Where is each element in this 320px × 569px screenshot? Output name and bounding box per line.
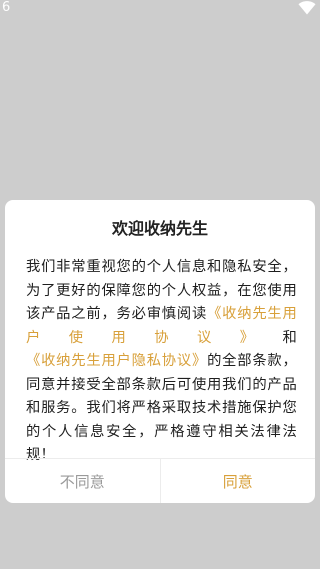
wifi-icon [298,1,316,15]
dialog-title: 欢迎收纳先生 [111,219,208,238]
privacy-agreement-link[interactable]: 《收纳先生用户隐私协议》 [26,353,207,369]
status-bar: 6 [0,0,320,22]
privacy-dialog: 欢迎收纳先生 我们非常重视您的个人信息和隐私安全，为了更好的保障您的个人权益，在… [5,200,315,503]
agree-button[interactable]: 同意 [161,459,316,503]
disagree-button[interactable]: 不同意 [5,459,161,503]
body-text-2: 和 [282,329,297,346]
dialog-body: 我们非常重视您的个人信息和隐私安全，为了更好的保障您的个人权益，在您使用该产品之… [26,256,297,468]
dialog-actions: 不同意 同意 [5,459,315,503]
status-time: 6 [2,0,11,15]
body-text-3: 的全部条款，同意并接受全部条款后可使用我们的产品和服务。我们将严格采取技术措施保… [26,353,297,463]
